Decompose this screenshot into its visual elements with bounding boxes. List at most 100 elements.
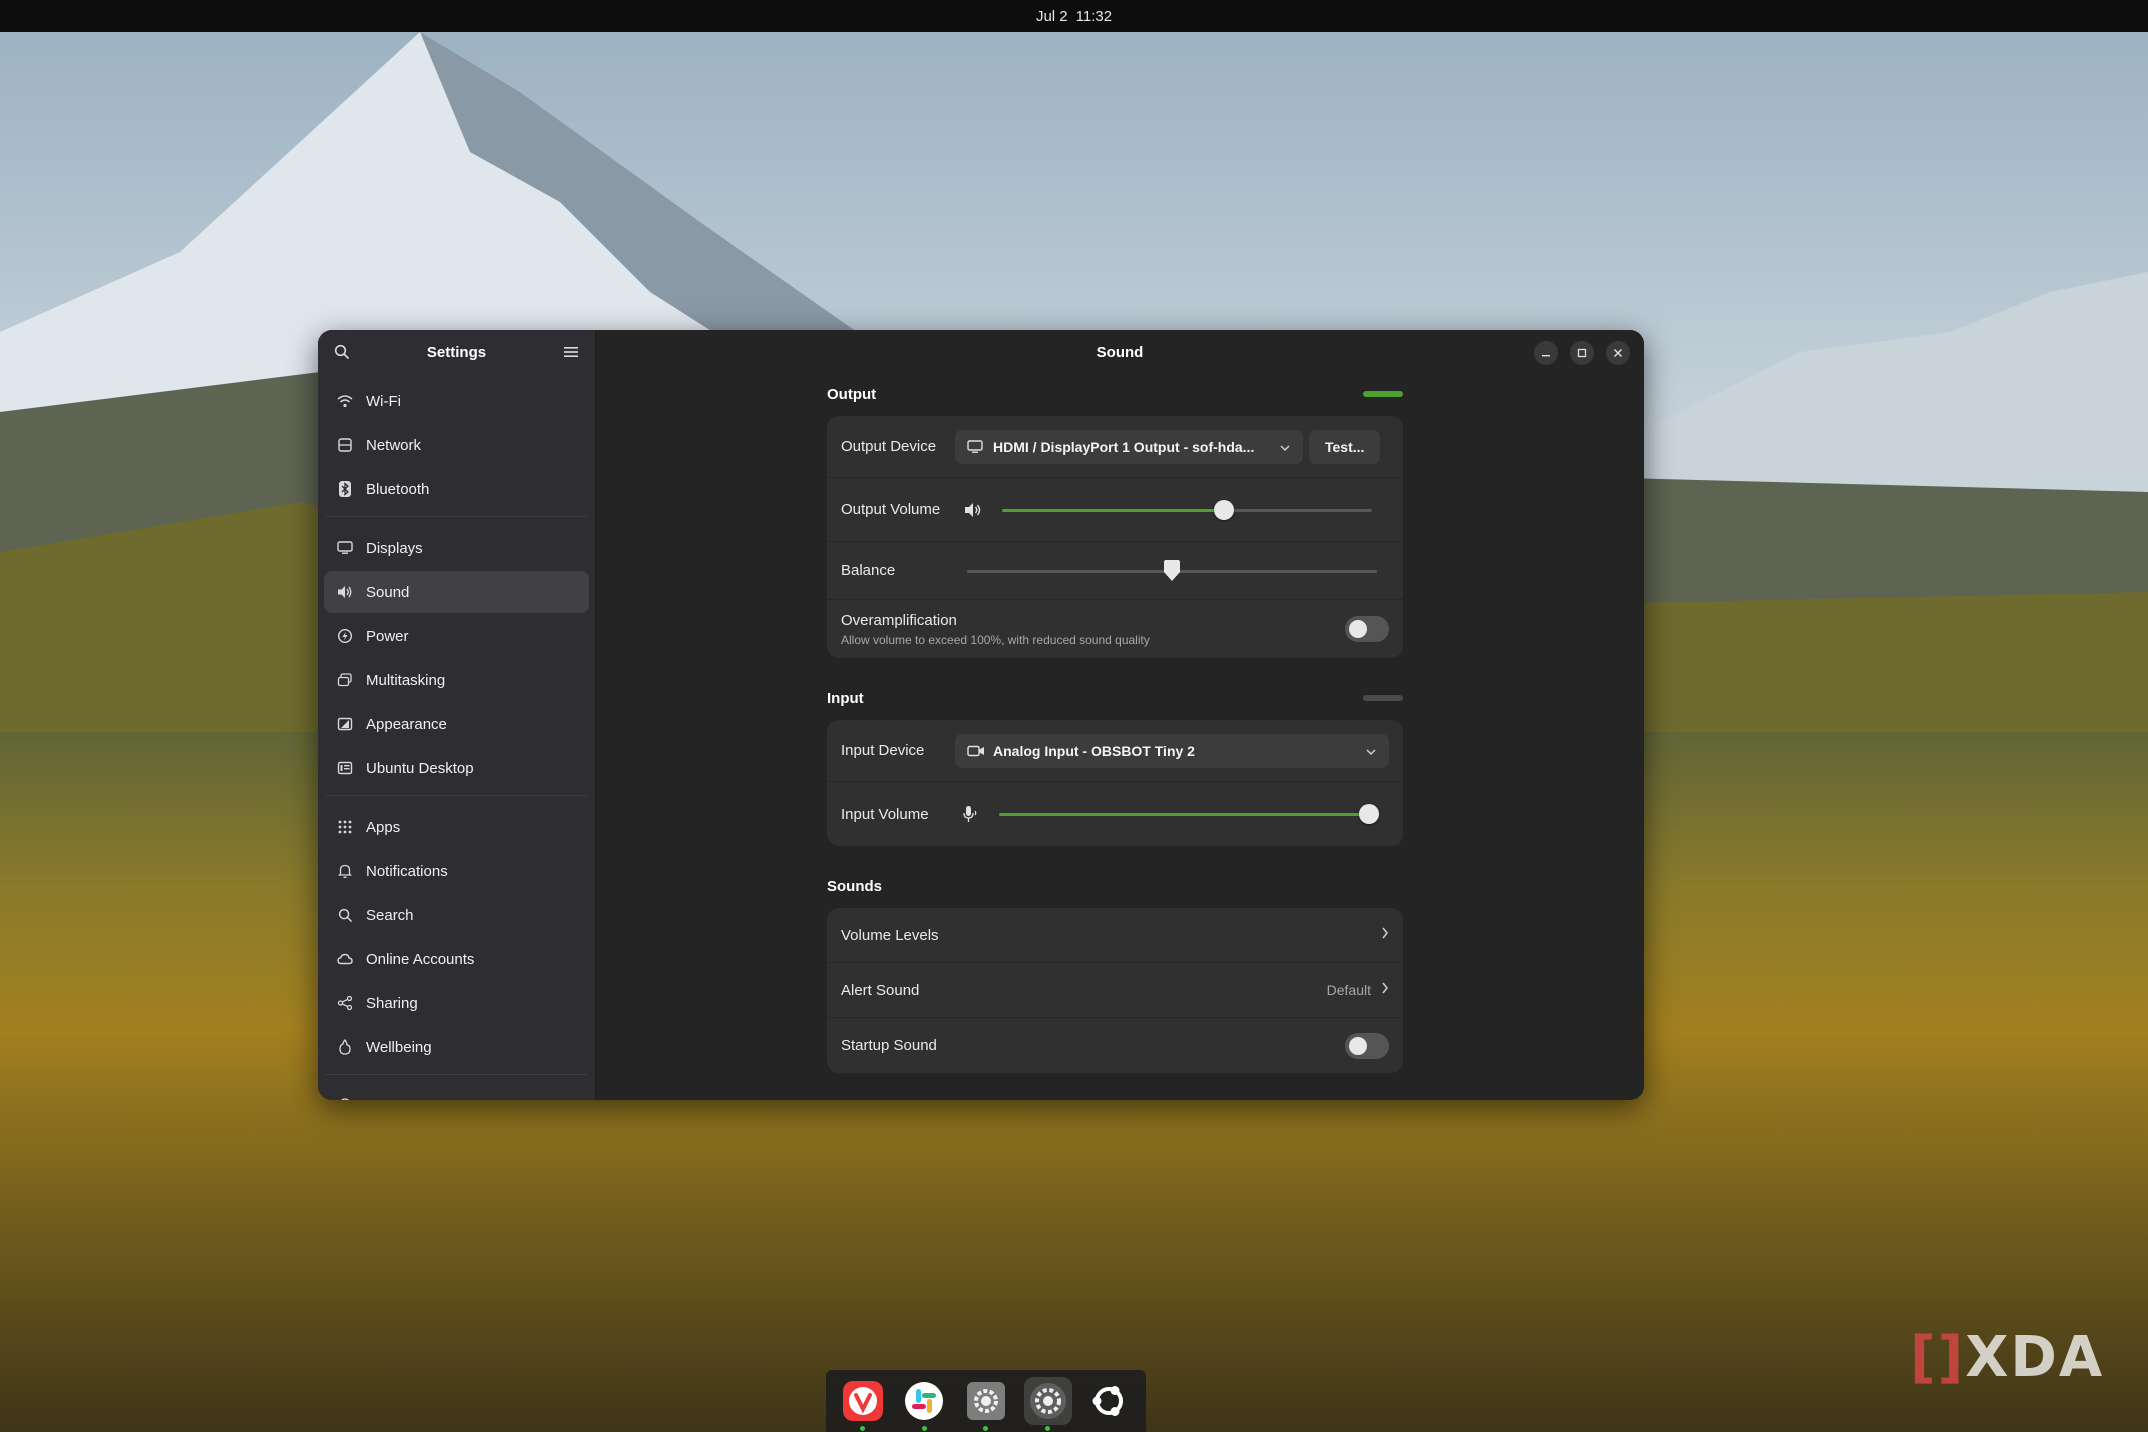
overamplification-row: Overamplification Allow volume to exceed…	[827, 600, 1403, 658]
volume-levels-row[interactable]: Volume Levels	[827, 908, 1403, 963]
input-device-row: Input Device Analog Input - OBSBOT Tiny …	[827, 720, 1403, 782]
sidebar-item-network[interactable]: Network	[324, 424, 589, 466]
sidebar-separator	[326, 516, 587, 517]
settings-window: Settings Wi-Fi Network Bluetooth Displays So…	[318, 330, 1644, 1100]
power-icon	[336, 627, 354, 645]
overamplification-toggle[interactable]	[1345, 616, 1389, 642]
input-level-meter	[1363, 695, 1403, 701]
sidebar-separator	[326, 795, 587, 796]
balance-slider[interactable]	[967, 559, 1377, 582]
output-device-dropdown[interactable]: HDMI / DisplayPort 1 Output - sof-hda...	[955, 429, 1303, 464]
microphone-icon[interactable]	[959, 805, 981, 823]
sidebar-item-apps[interactable]: Apps	[324, 806, 589, 848]
input-volume-slider[interactable]	[998, 804, 1379, 824]
camera-icon	[967, 745, 985, 757]
sounds-section-title: Sounds	[827, 877, 882, 895]
top-bar[interactable]: Jul 2 11:32	[0, 0, 2148, 32]
startup-sound-toggle[interactable]	[1345, 1032, 1389, 1059]
sidebar-item-label: Appearance	[366, 715, 447, 733]
minimize-icon	[1542, 355, 1550, 357]
input-device-dropdown[interactable]: Analog Input - OBSBOT Tiny 2	[955, 733, 1389, 768]
sounds-section-header: Sounds	[827, 874, 1403, 898]
vivaldi-browser-icon[interactable]	[839, 1377, 887, 1431]
chevron-down-icon	[1355, 743, 1377, 759]
speaker-icon	[336, 583, 354, 601]
share-icon	[336, 994, 354, 1012]
output-volume-slider[interactable]	[1002, 499, 1373, 520]
clock-time[interactable]: 11:32	[1076, 8, 1112, 25]
dock	[826, 1370, 1146, 1432]
sidebar-item-sharing[interactable]: Sharing	[324, 982, 589, 1024]
sidebar-item-ubuntu-desktop[interactable]: Ubuntu Desktop	[324, 747, 589, 789]
startup-sound-label: Startup Sound	[841, 1037, 937, 1054]
sidebar-item-label: Online Accounts	[366, 950, 475, 968]
sidebar-item-power[interactable]: Power	[324, 615, 589, 657]
overamplification-label: Overamplification	[841, 611, 957, 629]
alert-sound-label: Alert Sound	[841, 981, 920, 999]
network-icon	[336, 436, 354, 454]
sidebar-title: Settings	[426, 343, 487, 361]
output-device-row: Output Device HDMI / DisplayPort 1 Outpu…	[827, 416, 1403, 478]
sidebar-item-notifications[interactable]: Notifications	[324, 850, 589, 892]
sidebar-item-label: Mouse & Touchpad	[366, 1098, 494, 1101]
settings-running-icon[interactable]	[1023, 1377, 1072, 1431]
maximize-button[interactable]	[1570, 341, 1594, 365]
search-icon	[336, 906, 354, 924]
sidebar-item-label: Displays	[366, 539, 423, 557]
maximize-icon	[1577, 348, 1587, 358]
mouse-icon	[336, 1097, 354, 1100]
sounds-card: Volume Levels Alert Sound Default Startu…	[827, 908, 1403, 1073]
sidebar-item-wi-fi[interactable]: Wi-Fi	[324, 380, 589, 422]
ubuntu-icon[interactable]	[1085, 1377, 1133, 1425]
appearance-icon	[336, 715, 354, 733]
sidebar-item-label: Ubuntu Desktop	[366, 759, 474, 777]
output-volume-row: Output Volume	[827, 478, 1403, 542]
alert-sound-value: Default	[1326, 982, 1371, 998]
startup-sound-row: Startup Sound	[827, 1018, 1403, 1073]
sidebar-item-bluetooth[interactable]: Bluetooth	[324, 468, 589, 510]
alert-sound-row[interactable]: Alert Sound Default	[827, 963, 1403, 1018]
output-device-label: Output Device	[841, 438, 937, 455]
sidebar-item-sound[interactable]: Sound	[324, 571, 589, 613]
sidebar-item-displays[interactable]: Displays	[324, 527, 589, 569]
speaker-icon[interactable]	[962, 502, 984, 518]
input-section-header: Input	[827, 686, 1403, 710]
sidebar-item-online-accounts[interactable]: Online Accounts	[324, 938, 589, 980]
output-volume-handle[interactable]	[1214, 499, 1235, 520]
search-icon[interactable]	[332, 342, 352, 362]
content-area: Sound Output Output Device HDMI / Displa…	[596, 330, 1644, 1100]
sidebar-item-label: Multitasking	[366, 671, 446, 689]
sidebar-item-multitasking[interactable]: Multitasking	[324, 659, 589, 701]
sidebar-item-appearance[interactable]: Appearance	[324, 703, 589, 745]
output-level-meter	[1363, 391, 1403, 397]
balance-handle[interactable]	[1162, 559, 1182, 582]
output-section-title: Output	[827, 385, 877, 403]
output-volume-label: Output Volume	[841, 501, 941, 518]
minimize-button[interactable]	[1534, 341, 1558, 365]
output-section-header: Output	[827, 382, 1403, 406]
sidebar-item-wellbeing[interactable]: Wellbeing	[324, 1026, 589, 1068]
chevron-right-icon	[1381, 926, 1389, 944]
close-icon	[1614, 349, 1622, 357]
sidebar-item-label: Notifications	[366, 862, 448, 880]
balance-label: Balance	[841, 562, 896, 579]
bluetooth-icon	[336, 480, 354, 498]
test-button[interactable]: Test...	[1309, 429, 1381, 464]
sidebar-item-mouse-touchpad[interactable]: Mouse & Touchpad	[324, 1085, 589, 1100]
xda-watermark-logo: []XDA	[1910, 1325, 2105, 1390]
input-volume-row: Input Volume	[827, 782, 1403, 846]
hamburger-menu-icon[interactable]	[561, 342, 581, 362]
sidebar-item-search[interactable]: Search	[324, 894, 589, 936]
apps-grid-icon	[336, 818, 354, 836]
input-section-title: Input	[827, 689, 864, 707]
input-volume-handle[interactable]	[1358, 804, 1379, 824]
clock-date[interactable]: Jul 2	[1036, 8, 1068, 25]
ubuntu-desktop-icon	[336, 759, 354, 777]
close-button[interactable]	[1606, 341, 1630, 365]
sidebar-header: Settings	[318, 330, 595, 374]
window-controls	[1534, 341, 1630, 365]
input-device-label: Input Device	[841, 742, 925, 759]
settings-app-icon[interactable]	[962, 1377, 1010, 1431]
slack-icon[interactable]	[900, 1377, 948, 1431]
balance-row: Balance	[827, 542, 1403, 600]
